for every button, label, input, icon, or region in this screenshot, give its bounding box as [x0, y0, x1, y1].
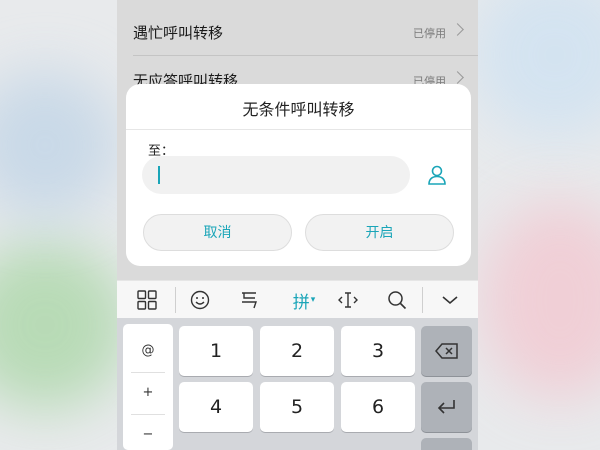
key-at[interactable]: @	[123, 330, 173, 372]
item-label: 遇忙呼叫转移	[133, 24, 224, 42]
function-key[interactable]	[421, 438, 472, 450]
handwriting-icon[interactable]	[236, 287, 262, 313]
cursor-icon[interactable]	[335, 287, 361, 313]
symbol-column: @ + −	[123, 324, 173, 450]
call-forward-dialog: 无条件呼叫转移 至： 取消 开启	[126, 84, 471, 266]
search-icon[interactable]	[384, 287, 410, 313]
enter-icon	[437, 400, 455, 414]
emoji-icon[interactable]	[187, 287, 213, 313]
cancel-button[interactable]: 取消	[143, 214, 292, 251]
enable-button[interactable]: 开启	[305, 214, 454, 251]
phone-screen: 遇忙呼叫转移 已停用 无应答呼叫转移 已停用 无条件呼叫转移 至： 取消 开启	[117, 0, 478, 450]
key-2[interactable]: 2	[260, 326, 334, 376]
pinyin-label: 拼	[292, 292, 310, 313]
backspace-key[interactable]	[421, 326, 472, 376]
key-minus[interactable]: −	[123, 414, 173, 450]
divider	[126, 129, 471, 130]
grid-icon[interactable]	[134, 287, 160, 313]
chevron-down-icon: ▾	[310, 295, 316, 305]
enter-key[interactable]	[421, 382, 472, 432]
backspace-icon	[434, 343, 458, 359]
divider	[175, 287, 176, 313]
dialog-title: 无条件呼叫转移	[242, 100, 355, 119]
key-3[interactable]: 3	[341, 326, 415, 376]
person-icon[interactable]	[426, 164, 448, 186]
key-plus[interactable]: +	[123, 372, 173, 414]
chevron-right-icon	[451, 23, 464, 36]
list-item-busy-forward[interactable]: 遇忙呼叫转移 已停用	[117, 8, 478, 56]
numeric-keyboard: @ + − 1 2 3 4 5 6	[117, 318, 478, 450]
key-1[interactable]: 1	[179, 326, 253, 376]
keyboard-toolbar: 拼 ▾	[117, 280, 478, 319]
pinyin-toggle[interactable]: 拼 ▾	[287, 287, 321, 313]
forward-number-input[interactable]	[142, 156, 410, 194]
key-6[interactable]: 6	[341, 382, 415, 432]
key-5[interactable]: 5	[260, 382, 334, 432]
divider	[422, 287, 423, 313]
item-status: 已停用	[413, 27, 446, 40]
text-cursor	[158, 166, 160, 184]
collapse-keyboard-icon[interactable]	[437, 287, 463, 313]
key-4[interactable]: 4	[179, 382, 253, 432]
chevron-right-icon	[451, 71, 464, 84]
